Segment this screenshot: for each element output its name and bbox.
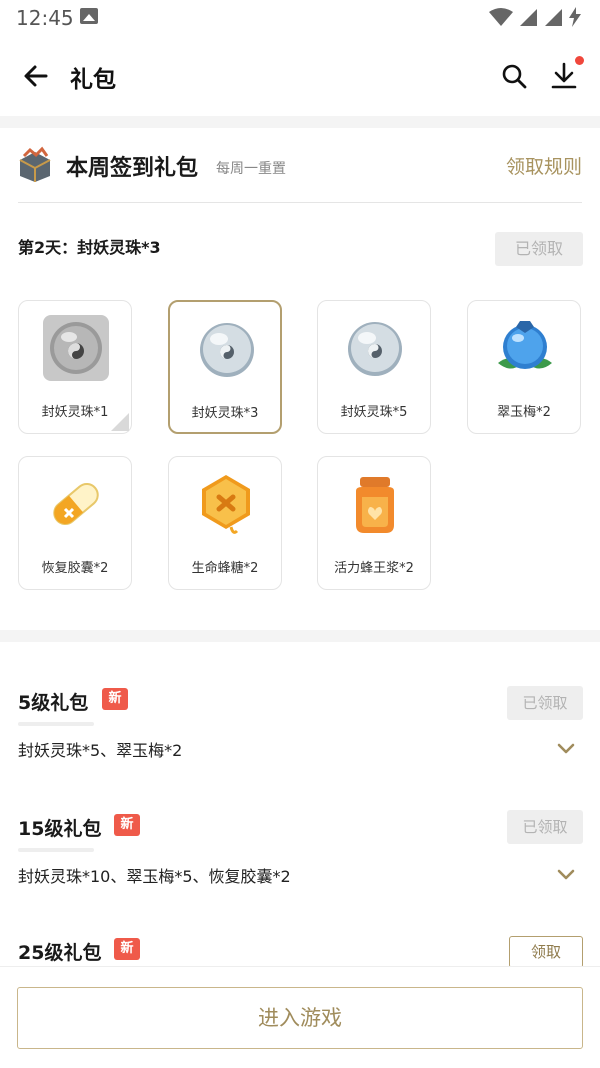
level-gift-underline	[18, 848, 94, 852]
back-arrow-icon[interactable]	[20, 60, 52, 92]
level-gift-name: 5级礼包	[18, 692, 89, 714]
current-day-reward: 第2天：封妖灵珠*3	[18, 238, 161, 257]
chevron-down-icon[interactable]	[556, 742, 576, 756]
reward-item-label: 生命蜂糖*2	[191, 561, 259, 576]
weekly-signin-card: 本周签到礼包 每周一重置 领取规则 第2天：封妖灵珠*3 已领取 封妖灵珠*1	[0, 128, 600, 630]
wifi-icon	[488, 7, 513, 26]
status-time: 12:45	[16, 6, 74, 30]
signin-subtitle: 每周一重置	[216, 161, 286, 177]
status-bar: 12:45	[0, 0, 600, 36]
image-notification-icon	[80, 8, 98, 24]
enter-game-button[interactable]: 进入游戏	[17, 987, 583, 1049]
claimed-corner-mark	[111, 413, 129, 431]
honeycomb-icon	[202, 475, 250, 534]
level-gift-name: 15级礼包	[18, 818, 102, 840]
reward-item-label: 封妖灵珠*5	[340, 405, 408, 420]
level-gift-claimed-button[interactable]: 已领取	[507, 686, 583, 720]
level-gift-15: 15级礼包 新 已领取 封妖灵珠*10、翠玉梅*5、恢复胶囊*2	[0, 768, 600, 894]
level-gift-claimed-button[interactable]: 已领取	[507, 810, 583, 844]
level-gift-25: 25级礼包 新 领取	[0, 894, 600, 968]
page-title: 礼包	[70, 67, 116, 93]
new-badge: 新	[102, 688, 128, 710]
spirit-orb-icon	[43, 315, 109, 381]
reward-item-day-4[interactable]: 翠玉梅*2	[467, 300, 581, 434]
chevron-down-icon[interactable]	[556, 868, 576, 882]
claim-rules-link[interactable]: 领取规则	[506, 152, 582, 179]
reward-item-day-1[interactable]: 封妖灵珠*1	[18, 300, 132, 434]
new-badge: 新	[114, 938, 140, 960]
spirit-orb-icon	[348, 322, 402, 376]
section-separator	[0, 630, 600, 642]
battery-charging-icon	[569, 6, 581, 27]
signal-icon	[544, 8, 562, 26]
level-gift-name: 25级礼包	[18, 942, 102, 964]
spirit-orb-icon	[200, 323, 254, 377]
signin-title: 本周签到礼包	[66, 156, 199, 181]
level-gift-5: 5级礼包 新 已领取 封妖灵珠*5、翠玉梅*2	[0, 642, 600, 768]
reward-item-day-6[interactable]: 生命蜂糖*2	[168, 456, 282, 590]
app-bar: 礼包	[0, 36, 600, 116]
level-gift-underline	[18, 722, 94, 726]
notification-dot	[575, 56, 584, 65]
reward-item-day-3[interactable]: 封妖灵珠*5	[317, 300, 431, 434]
treasure-chest-icon	[19, 146, 51, 182]
reward-item-label: 活力蜂王浆*2	[334, 561, 414, 576]
jade-plum-icon	[498, 321, 552, 369]
system-icons	[488, 6, 582, 27]
reward-item-label: 恢复胶囊*2	[41, 561, 109, 576]
new-badge: 新	[114, 814, 140, 836]
honey-jar-icon	[356, 477, 394, 533]
reward-item-day-5[interactable]: 恢复胶囊*2	[18, 456, 132, 590]
level-gift-contents: 封妖灵珠*5、翠玉梅*2	[18, 741, 183, 760]
reward-item-day-7[interactable]: 活力蜂王浆*2	[317, 456, 431, 590]
level-gift-contents: 封妖灵珠*10、翠玉梅*5、恢复胶囊*2	[18, 867, 291, 886]
reward-item-day-2[interactable]: 封妖灵珠*3	[168, 300, 282, 434]
reward-item-label: 封妖灵珠*3	[191, 406, 259, 421]
bottom-bar: 进入游戏	[0, 966, 600, 1068]
download-icon[interactable]	[548, 60, 580, 92]
section-separator	[0, 116, 600, 128]
signal-icon	[519, 8, 537, 26]
level-gift-claim-button[interactable]: 领取	[509, 936, 583, 968]
signin-claimed-button[interactable]: 已领取	[495, 232, 583, 266]
reward-item-label: 翠玉梅*2	[497, 405, 551, 420]
search-icon[interactable]	[500, 62, 528, 90]
divider	[18, 202, 582, 203]
capsule-icon	[53, 483, 99, 525]
